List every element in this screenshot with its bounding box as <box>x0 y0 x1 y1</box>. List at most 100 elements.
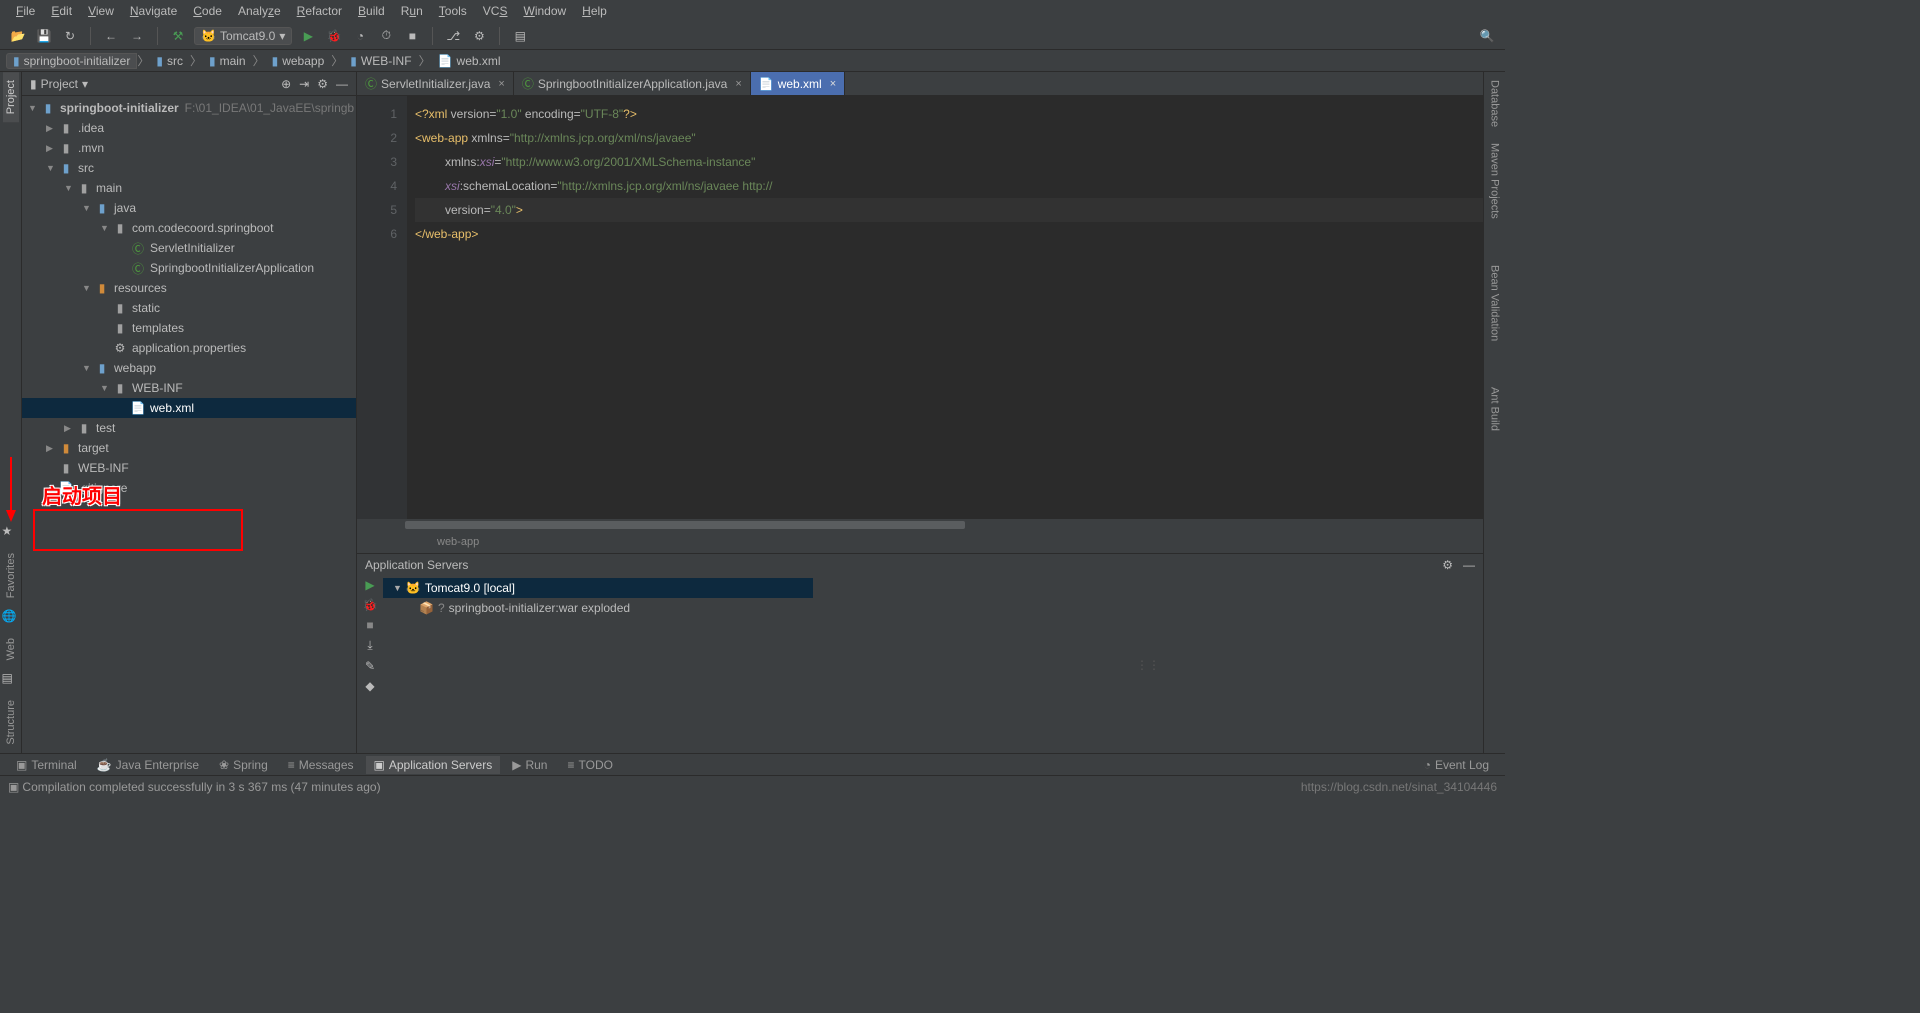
back-icon[interactable]: ← <box>101 26 121 46</box>
menu-view[interactable]: View <box>80 4 122 18</box>
menu-build[interactable]: Build <box>350 4 393 18</box>
tree-class1[interactable]: ⒸServletInitializer <box>22 238 356 258</box>
structure-tool-tab[interactable]: Structure <box>3 692 19 753</box>
settings-icon[interactable]: ⚙ <box>469 26 489 46</box>
appserver-tree[interactable]: ▼🐱Tomcat9.0 [local] 📦?springboot-initial… <box>383 576 813 753</box>
hide-icon[interactable]: — <box>1463 558 1475 572</box>
debug-icon[interactable]: 🐞 <box>324 26 344 46</box>
collapse-icon[interactable]: ⇥ <box>299 77 309 91</box>
close-icon[interactable]: × <box>830 78 836 90</box>
run-server-icon[interactable]: ▶ <box>365 578 374 592</box>
java-enterprise-tab[interactable]: ☕ Java Enterprise <box>89 756 207 774</box>
spring-tab[interactable]: ❀ Spring <box>211 756 276 774</box>
artifact-node[interactable]: 📦?springboot-initializer:war exploded <box>383 598 813 618</box>
drag-handle-icon[interactable]: ⋮⋮ <box>813 576 1483 753</box>
tree-root[interactable]: ▼▮springboot-initializerF:\01_IDEA\01_Ja… <box>22 98 356 118</box>
tree-main[interactable]: ▼▮main <box>22 178 356 198</box>
menu-help[interactable]: Help <box>574 4 615 18</box>
horizontal-scrollbar[interactable] <box>357 519 1483 531</box>
ant-build-tool-tab[interactable]: Ant Build <box>1487 379 1503 439</box>
run-tab[interactable]: ▶ Run <box>504 756 555 774</box>
profile-icon[interactable]: ⏱ <box>376 26 396 46</box>
stop-server-icon[interactable]: ■ <box>366 618 373 632</box>
web-tool-tab[interactable]: Web <box>3 630 19 668</box>
edit-icon[interactable]: ✎ <box>365 659 375 673</box>
tree-appprops[interactable]: ⚙application.properties <box>22 338 356 358</box>
scrollbar-thumb[interactable] <box>405 521 965 529</box>
web-icon[interactable]: 🌐 <box>2 609 20 627</box>
tree-java[interactable]: ▼▮java <box>22 198 356 218</box>
todo-tab[interactable]: ≡ TODO <box>559 756 620 774</box>
tree-templates[interactable]: ▮templates <box>22 318 356 338</box>
tab-webxml[interactable]: 📄web.xml× <box>751 72 845 95</box>
forward-icon[interactable]: → <box>127 26 147 46</box>
gear-icon[interactable]: ⚙ <box>1442 558 1453 572</box>
tree-gitignore[interactable]: 📄.gitignore <box>22 478 356 498</box>
terminal-tab[interactable]: ▣ Terminal <box>8 756 85 774</box>
stop-icon[interactable]: ■ <box>402 26 422 46</box>
crumb-main[interactable]: ▮main <box>202 53 253 69</box>
favorites-tool-tab[interactable]: Favorites <box>3 545 19 606</box>
project-tool-tab[interactable]: Project <box>3 72 19 122</box>
tree-webinf2[interactable]: ▮WEB-INF <box>22 458 356 478</box>
tree-class2[interactable]: ⒸSpringbootInitializerApplication <box>22 258 356 278</box>
tree-target[interactable]: ▶▮target <box>22 438 356 458</box>
menu-analyze[interactable]: Analyze <box>230 4 289 18</box>
menu-vcs[interactable]: VCS <box>475 4 516 18</box>
menu-tools[interactable]: Tools <box>431 4 475 18</box>
structure-icon[interactable]: ▤ <box>510 26 530 46</box>
tab-springboot-app[interactable]: ⒸSpringbootInitializerApplication.java× <box>514 72 751 95</box>
messages-tab[interactable]: ≡ Messages <box>280 756 362 774</box>
project-title[interactable]: ▮ Project ▾ <box>30 77 88 91</box>
status-corner-icon[interactable]: ▣ <box>8 780 19 794</box>
hide-icon[interactable]: — <box>336 77 348 91</box>
tree-resources[interactable]: ▼▮resources <box>22 278 356 298</box>
hammer-icon[interactable]: ⚒ <box>168 26 188 46</box>
crumb-webinf[interactable]: ▮WEB-INF <box>343 53 418 69</box>
server-node-tomcat[interactable]: ▼🐱Tomcat9.0 [local] <box>383 578 813 598</box>
tree-src[interactable]: ▼▮src <box>22 158 356 178</box>
open-icon[interactable]: 📂 <box>8 26 28 46</box>
crumb-src[interactable]: ▮src <box>149 53 190 69</box>
tree-webinf[interactable]: ▼▮WEB-INF <box>22 378 356 398</box>
editor-breadcrumb[interactable]: web-app <box>357 531 1483 553</box>
run-config-selector[interactable]: 🐱 Tomcat9.0 ▾ <box>194 27 292 45</box>
gear-icon[interactable]: ⚙ <box>317 77 328 91</box>
tree-webapp[interactable]: ▼▮webapp <box>22 358 356 378</box>
debug-server-icon[interactable]: 🐞 <box>363 598 378 612</box>
vcs-icon[interactable]: ⎇ <box>443 26 463 46</box>
run-icon[interactable]: ▶ <box>298 26 318 46</box>
tree-mvn[interactable]: ▶▮.mvn <box>22 138 356 158</box>
coverage-icon[interactable]: ◔ <box>350 26 370 46</box>
crumb-file[interactable]: 📄web.xml <box>431 53 508 69</box>
code-editor[interactable]: 123456 <?xml version="1.0" encoding="UTF… <box>357 96 1483 519</box>
event-log-tab[interactable]: ◔ Event Log <box>1416 756 1497 774</box>
menu-run[interactable]: Run <box>393 4 431 18</box>
tree-package[interactable]: ▼▮com.codecoord.springboot <box>22 218 356 238</box>
deploy-icon[interactable]: ⤓ <box>367 638 372 653</box>
close-icon[interactable]: × <box>498 78 504 90</box>
tree-test[interactable]: ▶▮test <box>22 418 356 438</box>
code-content[interactable]: <?xml version="1.0" encoding="UTF-8"?> <… <box>407 96 1483 519</box>
search-icon[interactable]: 🔍 <box>1477 26 1497 46</box>
bean-validation-tool-tab[interactable]: Bean Validation <box>1487 257 1503 349</box>
menu-refactor[interactable]: Refactor <box>289 4 350 18</box>
maven-tool-tab[interactable]: Maven Projects <box>1487 135 1503 227</box>
application-servers-tab[interactable]: ▣ Application Servers <box>366 756 501 774</box>
tree-idea[interactable]: ▶▮.idea <box>22 118 356 138</box>
crumb-webapp[interactable]: ▮webapp <box>265 53 332 69</box>
favorites-icon[interactable]: ★ <box>2 524 20 542</box>
locate-icon[interactable]: ⊕ <box>281 77 291 91</box>
menu-file[interactable]: File <box>8 4 43 18</box>
refresh-icon[interactable]: ↻ <box>60 26 80 46</box>
close-icon[interactable]: × <box>735 78 741 90</box>
save-icon[interactable]: 💾 <box>34 26 54 46</box>
tab-servlet-initializer[interactable]: ⒸServletInitializer.java× <box>357 72 514 95</box>
database-tool-tab[interactable]: Database <box>1487 72 1503 135</box>
structure-tool-icon[interactable]: ▤ <box>2 671 20 689</box>
menu-code[interactable]: Code <box>185 4 230 18</box>
crumb-root[interactable]: ▮springboot-initializer <box>6 53 137 69</box>
project-tree[interactable]: ▼▮springboot-initializerF:\01_IDEA\01_Ja… <box>22 96 356 753</box>
tree-static[interactable]: ▮static <box>22 298 356 318</box>
tree-webxml[interactable]: 📄web.xml <box>22 398 356 418</box>
